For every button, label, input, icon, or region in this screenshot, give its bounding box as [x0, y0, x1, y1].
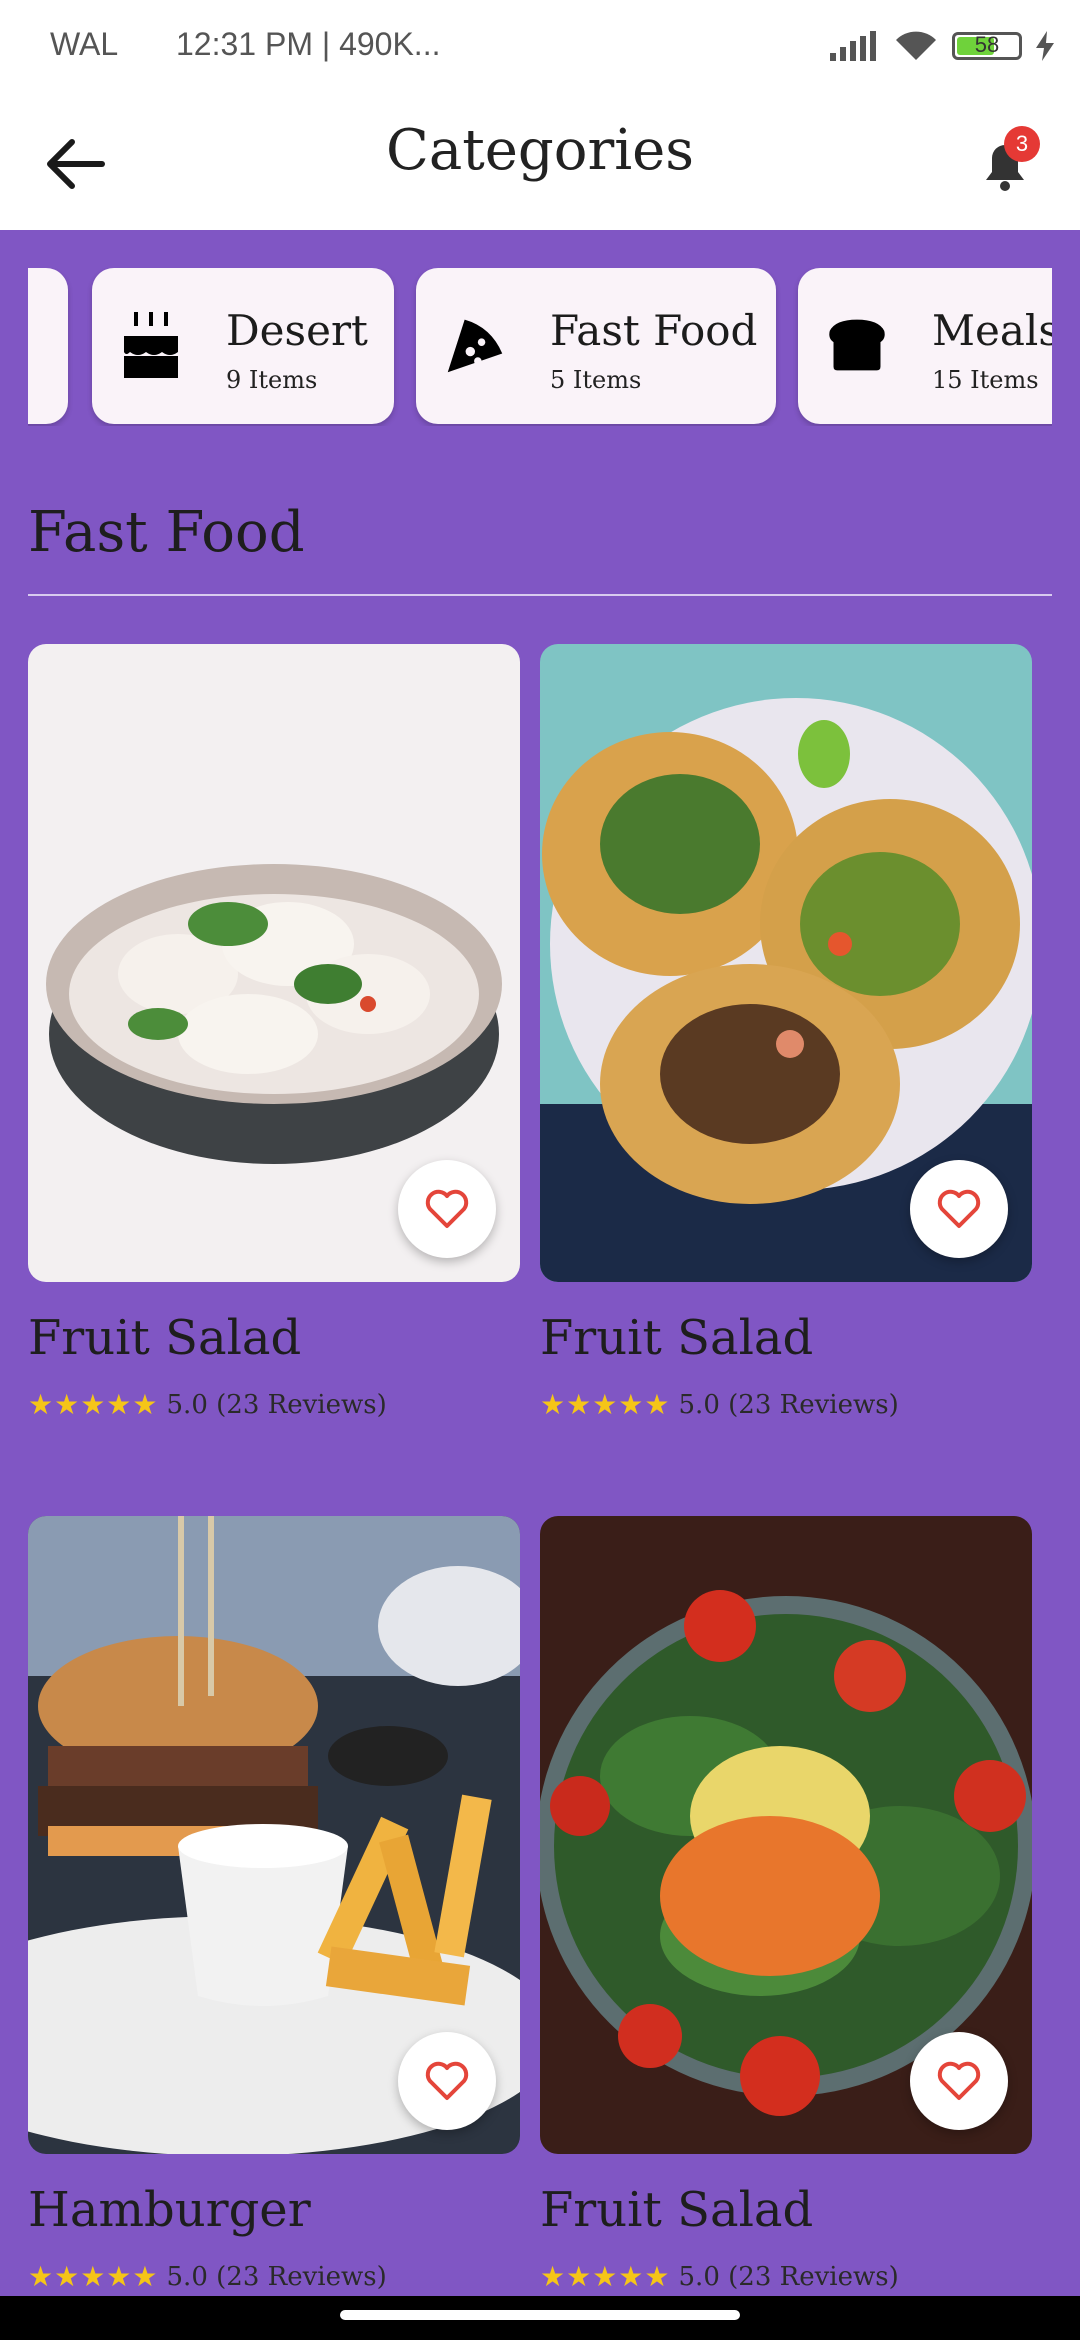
status-icons: 58: [830, 30, 1054, 62]
product-name: Fruit Salad: [28, 1310, 302, 1366]
home-gesture-handle[interactable]: [340, 2310, 740, 2320]
section-title: Fast Food: [28, 500, 305, 565]
star-rating-icon: ★★★★★: [28, 2260, 159, 2293]
notifications-button[interactable]: 3: [970, 126, 1040, 196]
product-image-hamburger[interactable]: [28, 1516, 520, 2154]
wifi-icon: [896, 31, 936, 60]
heart-icon: [425, 1189, 469, 1228]
rating-text: 5.0 (23 Reviews): [678, 1389, 899, 1420]
heart-icon: [937, 1189, 981, 1228]
favorite-button[interactable]: [910, 1160, 1008, 1258]
carrier-text: WAL: [50, 26, 119, 62]
product-rating: ★★★★★ 5.0 (23 Reviews): [28, 2260, 387, 2293]
category-chip-fast-food[interactable]: Fast Food 5 Items: [416, 268, 776, 424]
category-name: Meals: [932, 306, 1052, 355]
section-divider: [28, 594, 1052, 596]
app-header: Categories 3: [0, 96, 1080, 230]
system-nav-bar: [0, 2296, 1080, 2340]
rating-text: 5.0 (23 Reviews): [166, 1389, 387, 1420]
product-card[interactable]: Fruit Salad ★★★★★ 5.0 (23 Reviews): [540, 1516, 1032, 2293]
product-card[interactable]: Fruit Salad ★★★★★ 5.0 (23 Reviews): [540, 644, 1032, 1421]
star-rating-icon: ★★★★★: [28, 1388, 159, 1421]
favorite-button[interactable]: [910, 2032, 1008, 2130]
product-rating: ★★★★★ 5.0 (23 Reviews): [540, 2260, 899, 2293]
heart-icon: [937, 2061, 981, 2100]
product-card[interactable]: Hamburger ★★★★★ 5.0 (23 Reviews): [28, 1516, 520, 2293]
product-rating: ★★★★★ 5.0 (23 Reviews): [28, 1388, 387, 1421]
favorite-button[interactable]: [398, 1160, 496, 1258]
category-count: 9 Items: [226, 366, 318, 394]
favorite-button[interactable]: [398, 2032, 496, 2130]
product-image-tacos[interactable]: [540, 644, 1032, 1282]
category-chip-desert[interactable]: Desert 9 Items: [92, 268, 394, 424]
category-chip-partial[interactable]: [28, 268, 68, 424]
rating-text: 5.0 (23 Reviews): [166, 2261, 387, 2292]
battery-icon: 58: [952, 32, 1022, 60]
notification-badge: 3: [1004, 126, 1040, 162]
signal-icon: [830, 31, 876, 61]
category-name: Desert: [226, 306, 368, 355]
star-rating-icon: ★★★★★: [540, 1388, 671, 1421]
product-card[interactable]: Fruit Salad ★★★★★ 5.0 (23 Reviews): [28, 644, 520, 1421]
product-name: Fruit Salad: [540, 2182, 814, 2238]
product-name: Hamburger: [28, 2182, 311, 2238]
product-image-salad[interactable]: [540, 1516, 1032, 2154]
pizza-slice-icon: [447, 319, 503, 373]
product-image-dumplings[interactable]: [28, 644, 520, 1282]
status-bar: WAL 12:31 PM | 490K... 58: [0, 0, 1080, 96]
charging-icon: [1036, 31, 1054, 61]
category-chip-meals[interactable]: Meals 15 Items: [798, 268, 1052, 424]
page-title: Categories: [386, 118, 694, 183]
battery-level: 58: [974, 32, 1000, 57]
product-rating: ★★★★★ 5.0 (23 Reviews): [540, 1388, 899, 1421]
category-list[interactable]: Desert 9 Items Fast Food 5 Items Meals 1…: [28, 268, 1052, 426]
star-rating-icon: ★★★★★: [540, 2260, 671, 2293]
product-name: Fruit Salad: [540, 1310, 814, 1366]
rating-text: 5.0 (23 Reviews): [678, 2261, 899, 2292]
status-time: 12:31 PM | 490K...: [176, 26, 441, 62]
cake-icon: [124, 312, 178, 378]
bread-icon: [829, 319, 885, 371]
category-count: 15 Items: [932, 366, 1039, 394]
category-name: Fast Food: [550, 306, 758, 355]
heart-icon: [425, 2061, 469, 2100]
category-count: 5 Items: [550, 366, 642, 394]
